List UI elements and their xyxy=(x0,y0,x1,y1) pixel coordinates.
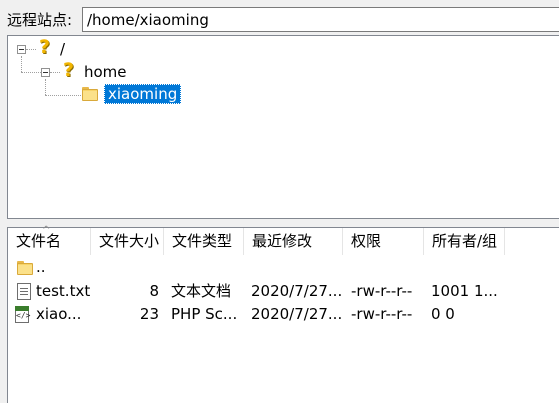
remote-file-list[interactable]: 文件名 ^ 文件大小 文件类型 最近修改 权限 所有者/组 .. test.tx… xyxy=(7,225,559,403)
file-name: test.txt xyxy=(36,282,91,300)
column-header-owner[interactable]: 所有者/组 xyxy=(424,228,505,255)
remote-directory-tree[interactable]: ? / ? home xiaoming xyxy=(7,35,559,219)
tree-connector xyxy=(45,95,81,96)
remote-site-bar: 远程站点: xyxy=(0,0,559,34)
file-name: .. xyxy=(36,258,46,276)
remote-path-input[interactable] xyxy=(87,10,547,30)
file-row[interactable]: </> xiao... 23 PHP Sc... 2020/7/27... -r… xyxy=(8,303,559,326)
question-icon: ? xyxy=(39,36,51,58)
tree-connector xyxy=(50,72,60,73)
file-row[interactable]: test.txt 8 文本文档 2020/7/27... -rw-r--r-- … xyxy=(8,280,559,303)
column-header-filetype[interactable]: 文件类型 xyxy=(164,228,244,255)
tree-connector xyxy=(21,72,41,73)
question-icon: ? xyxy=(63,59,75,81)
folder-icon xyxy=(17,261,33,275)
remote-site-label: 远程站点: xyxy=(7,11,73,29)
file-permissions: -rw-r--r-- xyxy=(351,305,413,323)
column-header-filename[interactable]: 文件名 ^ xyxy=(8,225,91,255)
tree-connector xyxy=(26,49,36,50)
file-owner: 1001 1... xyxy=(431,282,498,300)
file-modified: 2020/7/27... xyxy=(251,305,343,323)
tree-connector xyxy=(21,56,22,72)
file-size: 8 xyxy=(149,282,159,300)
tree-node-label-selected[interactable]: xiaoming xyxy=(104,84,182,104)
column-header-filesize[interactable]: 文件大小 xyxy=(91,228,164,255)
file-owner: 0 0 xyxy=(431,305,455,323)
sort-ascending-icon: ^ xyxy=(42,225,51,236)
file-modified: 2020/7/27... xyxy=(251,282,343,300)
tree-connector xyxy=(45,79,46,95)
collapse-icon[interactable] xyxy=(41,68,50,77)
column-header-modified[interactable]: 最近修改 xyxy=(244,228,343,255)
tree-node-label[interactable]: home xyxy=(84,62,127,82)
tree-node-label[interactable]: / xyxy=(60,39,65,59)
file-size: 23 xyxy=(139,305,159,323)
folder-icon xyxy=(82,87,98,101)
file-row-parent[interactable]: .. xyxy=(8,256,559,279)
text-file-icon xyxy=(17,283,31,300)
php-file-icon: </> xyxy=(15,306,30,323)
collapse-icon[interactable] xyxy=(17,45,26,54)
file-type: PHP Sc... xyxy=(171,305,238,323)
file-permissions: -rw-r--r-- xyxy=(351,282,413,300)
pane-splitter[interactable] xyxy=(0,220,559,227)
column-header-permissions[interactable]: 权限 xyxy=(343,228,424,255)
file-name: xiao... xyxy=(36,305,82,323)
file-list-header: 文件名 ^ 文件大小 文件类型 最近修改 权限 所有者/组 xyxy=(8,225,559,255)
remote-path-field[interactable] xyxy=(82,7,559,32)
file-type: 文本文档 xyxy=(171,282,232,300)
